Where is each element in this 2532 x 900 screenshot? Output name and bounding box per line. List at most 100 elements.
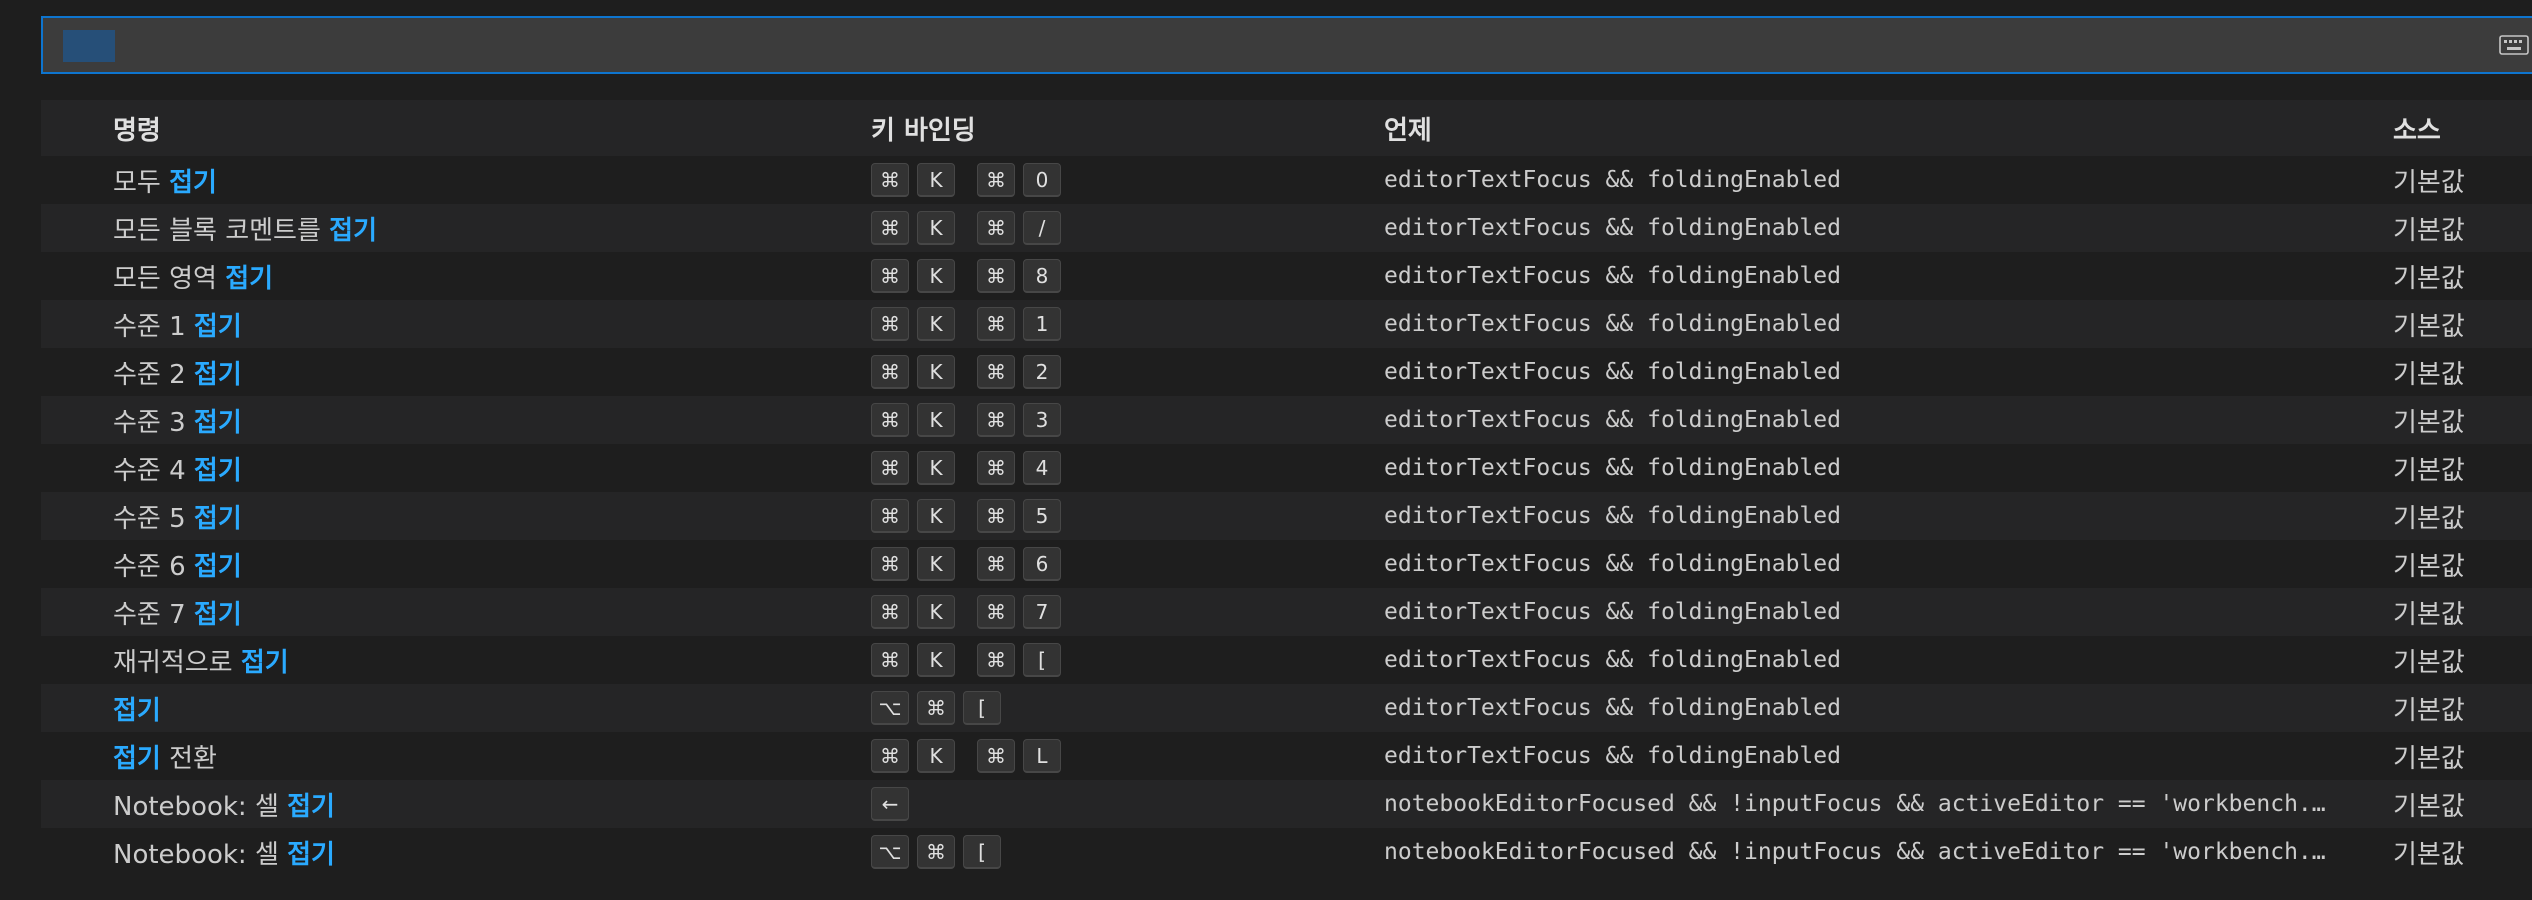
- when-cell: editorTextFocus && foldingEnabled: [1384, 551, 1841, 577]
- keybinding-cell[interactable]: ⌘ K ⌘ 6: [871, 540, 1391, 588]
- command-cell: 수준 4 접기: [113, 444, 903, 492]
- command-label: 수준 5: [113, 503, 194, 534]
- table-row[interactable]: 수준 6 접기 ⌘ K ⌘ 6 editorTextFocus && foldingEna…: [41, 540, 2532, 588]
- key-cap: ⌘: [977, 595, 1015, 629]
- command-match-highlight: 접기: [193, 311, 242, 342]
- command-match-highlight: 접기: [113, 743, 161, 774]
- column-header-source[interactable]: 소스: [2393, 100, 2532, 156]
- command-cell: 접기 전환: [113, 732, 903, 780]
- key-cap: ⌥: [871, 691, 909, 725]
- key-cap: ⌘: [917, 691, 955, 725]
- key-cap: 2: [1023, 355, 1061, 389]
- table-row[interactable]: 접기 ⌥ ⌘[editorTextFocus && foldingEnabled 기본…: [41, 684, 2532, 732]
- command-match-highlight: 접기: [287, 839, 335, 870]
- source-cell: 기본값: [2393, 215, 2465, 246]
- keybinding-cell[interactable]: ⌘ K ⌘ /: [871, 204, 1391, 252]
- table-row[interactable]: Notebook: 셀 접기 ⌥ ⌘[notebookEditorFocused &…: [41, 828, 2532, 876]
- command-cell: 모든 영역 접기: [113, 252, 903, 300]
- key-cap: K: [917, 643, 955, 677]
- source-cell: 기본값: [2393, 647, 2465, 678]
- search-box[interactable]: [41, 16, 2532, 74]
- table-row[interactable]: 수준 1 접기 ⌘ K ⌘ 1 editorTextFocus && foldingEna…: [41, 300, 2532, 348]
- table-row[interactable]: 수준 2 접기 ⌘ K ⌘ 2 editorTextFocus && foldingEna…: [41, 348, 2532, 396]
- table-row[interactable]: 수준 4 접기 ⌘ K ⌘ 4 editorTextFocus && foldingEna…: [41, 444, 2532, 492]
- key-cap: ⌘: [977, 163, 1015, 197]
- keybindings-table: 명령 키 바인딩 언제 소스 모두 접기 ⌘ K ⌘ 0 editorTextFocus …: [41, 100, 2532, 876]
- keybinding-cell[interactable]: ←: [871, 780, 1391, 828]
- table-row[interactable]: 수준 7 접기 ⌘ K ⌘ 7 editorTextFocus && foldingEna…: [41, 588, 2532, 636]
- source-cell: 기본값: [2393, 695, 2465, 726]
- command-cell: 수준 6 접기: [113, 540, 903, 588]
- table-header: 명령 키 바인딩 언제 소스: [41, 100, 2532, 156]
- table-row[interactable]: 모든 블록 코멘트를 접기 ⌘ K ⌘ / editorTextFocus && fold…: [41, 204, 2532, 252]
- search-input[interactable]: [43, 18, 2532, 72]
- when-cell: editorTextFocus && foldingEnabled: [1384, 167, 1841, 193]
- command-label: 수준 7: [113, 599, 194, 630]
- key-cap: ⌘: [871, 307, 909, 341]
- command-cell: Notebook: 셀 접기: [113, 780, 903, 828]
- command-cell: Notebook: 셀 접기: [113, 828, 903, 876]
- table-row[interactable]: 모두 접기 ⌘ K ⌘ 0 editorTextFocus && foldingEnabl…: [41, 156, 2532, 204]
- command-cell: 모든 블록 코멘트를 접기: [113, 204, 903, 252]
- keybinding-cell[interactable]: ⌘ K ⌘ 7: [871, 588, 1391, 636]
- key-cap: ⌘: [871, 595, 909, 629]
- source-cell: 기본값: [2393, 839, 2465, 870]
- when-cell: notebookEditorFocused && !inputFocus && …: [1384, 839, 2326, 865]
- command-label: 모든 영역: [113, 263, 226, 294]
- command-match-highlight: 접기: [329, 215, 377, 246]
- keybinding-cell[interactable]: ⌥ ⌘[: [871, 828, 1391, 876]
- keybinding-cell[interactable]: ⌘ K ⌘[: [871, 636, 1391, 684]
- key-cap: K: [917, 739, 955, 773]
- command-label: 수준 3: [113, 407, 194, 438]
- key-cap: ⌘: [977, 739, 1015, 773]
- key-cap: K: [917, 259, 955, 293]
- keybinding-cell[interactable]: ⌘ K ⌘ 0: [871, 156, 1391, 204]
- command-cell: 수준 5 접기: [113, 492, 903, 540]
- command-label: Notebook: 셀: [113, 839, 288, 870]
- table-row[interactable]: 재귀적으로 접기 ⌘ K ⌘[editorTextFocus && foldingEn…: [41, 636, 2532, 684]
- keybinding-cell[interactable]: ⌘ K ⌘ 1: [871, 300, 1391, 348]
- keybinding-cell[interactable]: ⌘ K ⌘ 2: [871, 348, 1391, 396]
- key-cap: ⌘: [917, 835, 955, 869]
- table-row[interactable]: 수준 5 접기 ⌘ K ⌘ 5 editorTextFocus && foldingEna…: [41, 492, 2532, 540]
- keybinding-cell[interactable]: ⌘ K ⌘ 3: [871, 396, 1391, 444]
- key-cap: K: [917, 307, 955, 341]
- column-header-command[interactable]: 명령: [113, 100, 903, 156]
- key-cap: 8: [1023, 259, 1061, 293]
- when-cell: editorTextFocus && foldingEnabled: [1384, 743, 1841, 769]
- key-cap: 5: [1023, 499, 1061, 533]
- key-cap: ⌘: [977, 307, 1015, 341]
- key-cap: [: [963, 835, 1001, 869]
- table-row[interactable]: 접기 전환 ⌘ K ⌘ LeditorTextFocus && foldingEnabl…: [41, 732, 2532, 780]
- key-cap: ⌘: [977, 643, 1015, 677]
- keybinding-cell[interactable]: ⌘ K ⌘ 8: [871, 252, 1391, 300]
- key-cap: ←: [871, 787, 909, 821]
- table-row[interactable]: 모든 영역 접기 ⌘ K ⌘ 8 editorTextFocus && foldingEn…: [41, 252, 2532, 300]
- when-cell: editorTextFocus && foldingEnabled: [1384, 599, 1841, 625]
- keyboard-icon[interactable]: [2499, 34, 2529, 56]
- command-label: Notebook: 셀: [113, 791, 288, 822]
- table-row[interactable]: 수준 3 접기 ⌘ K ⌘ 3 editorTextFocus && foldingEna…: [41, 396, 2532, 444]
- keybinding-cell[interactable]: ⌘ K ⌘ 5: [871, 492, 1391, 540]
- when-cell: editorTextFocus && foldingEnabled: [1384, 455, 1841, 481]
- source-cell: 기본값: [2393, 503, 2465, 534]
- keybinding-cell[interactable]: ⌥ ⌘[: [871, 684, 1391, 732]
- command-match-highlight: 접기: [193, 407, 242, 438]
- source-cell: 기본값: [2393, 359, 2465, 390]
- key-cap: L: [1023, 739, 1061, 773]
- key-cap: [: [1023, 643, 1061, 677]
- table-row[interactable]: Notebook: 셀 접기 ← notebookEditorFocused && …: [41, 780, 2532, 828]
- command-label: 수준 2: [113, 359, 194, 390]
- column-header-when[interactable]: 언제: [1384, 100, 2424, 156]
- column-header-keybinding[interactable]: 키 바인딩: [871, 100, 1391, 156]
- keybinding-cell[interactable]: ⌘ K ⌘ L: [871, 732, 1391, 780]
- key-cap: ⌘: [871, 211, 909, 245]
- command-cell: 수준 7 접기: [113, 588, 903, 636]
- key-cap: K: [917, 163, 955, 197]
- command-match-highlight: 접기: [193, 455, 242, 486]
- command-cell: 수준 1 접기: [113, 300, 903, 348]
- key-cap: 1: [1023, 307, 1061, 341]
- key-cap: 0: [1023, 163, 1061, 197]
- keybinding-cell[interactable]: ⌘ K ⌘ 4: [871, 444, 1391, 492]
- key-cap: ⌘: [871, 739, 909, 773]
